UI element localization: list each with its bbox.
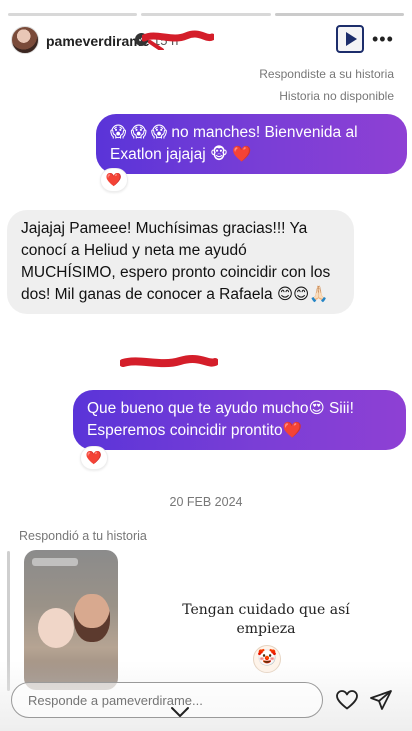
- more-options-icon[interactable]: •••: [372, 30, 394, 48]
- replied-story-label: Respondiste a su historia: [259, 67, 394, 81]
- username[interactable]: pameverdirame: [46, 33, 150, 49]
- play-icon: [346, 32, 357, 46]
- redaction-scribble: [120, 355, 218, 368]
- story-caption: Tengan cuidado que así empieza: [182, 602, 350, 637]
- story-progress-bar: [8, 13, 404, 16]
- play-button[interactable]: [336, 25, 364, 53]
- outgoing-message[interactable]: Que bueno que te ayudo mucho😍 Siii! Espe…: [73, 390, 406, 450]
- story-header: pameverdirame ✓ 15 h •••: [0, 24, 412, 58]
- heart-icon[interactable]: [335, 688, 359, 712]
- heart-reaction-icon[interactable]: ❤️: [80, 446, 108, 470]
- progress-segment: [141, 13, 271, 16]
- date-divider: 20 FEB 2024: [169, 495, 243, 509]
- heart-reaction-icon[interactable]: ❤️: [100, 168, 128, 192]
- progress-segment: [8, 13, 138, 16]
- send-icon[interactable]: [369, 688, 393, 712]
- baby-figure: [38, 608, 74, 648]
- redaction-scribble: [142, 30, 214, 50]
- reply-input[interactable]: [11, 682, 323, 718]
- person-figure: [74, 594, 110, 642]
- progress-segment: [274, 13, 404, 16]
- replied-to-story-label: Respondió a tu historia: [19, 529, 147, 543]
- thumbnail-header: [32, 558, 78, 566]
- incoming-message[interactable]: Jajajaj Pameee! Muchísimas gracias!!! Ya…: [7, 210, 354, 314]
- avatar[interactable]: [11, 26, 39, 54]
- story-unavailable-label: Historia no disponible: [279, 89, 394, 103]
- chevron-down-icon[interactable]: [170, 705, 190, 719]
- outgoing-message[interactable]: 😱 😱 😱 no manches! Bienvenida al Exatlon …: [96, 114, 407, 174]
